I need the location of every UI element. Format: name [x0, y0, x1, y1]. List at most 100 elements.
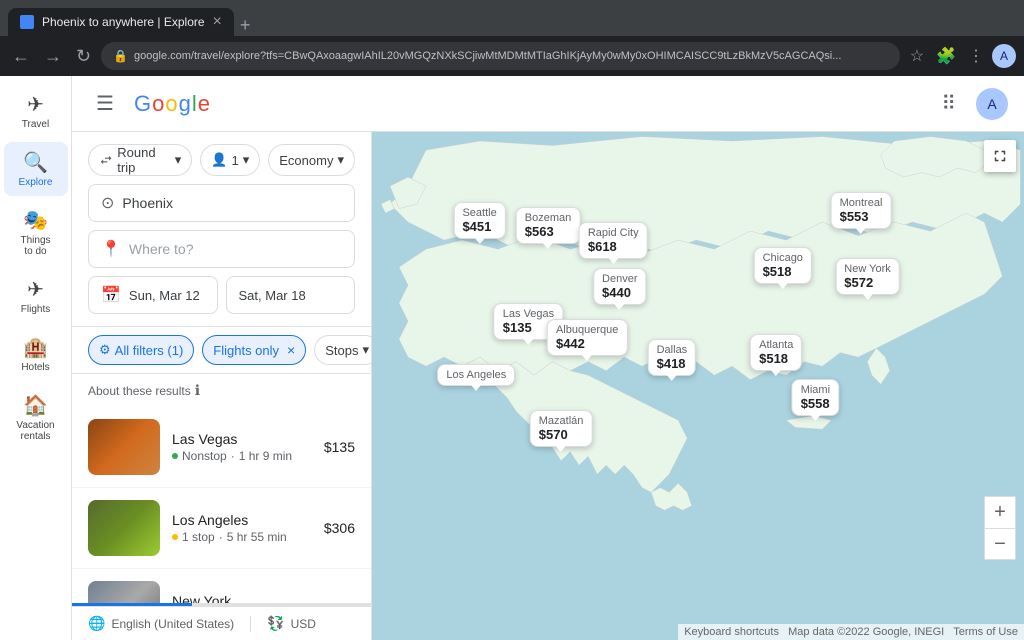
hamburger-menu[interactable]: ☰: [88, 83, 122, 124]
date-row: 📅 Sun, Mar 12 Sat, Mar 18: [88, 276, 355, 314]
reload-btn[interactable]: ↻: [72, 42, 95, 71]
map-pin-rapid-city[interactable]: Rapid City $618: [579, 222, 648, 259]
flight-details-las-vegas: Nonstop · 1 hr 9 min: [172, 449, 312, 463]
forward-btn[interactable]: →: [40, 42, 66, 71]
flight-price-las-vegas: $135: [324, 439, 355, 455]
tab-title: Phoenix to anywhere | Explore: [42, 15, 205, 29]
map-pin-los-angeles[interactable]: Los Angeles: [437, 364, 515, 386]
map-pin-mazatlan[interactable]: Mazatlán $570: [530, 410, 593, 447]
currency-selector[interactable]: 💱 USD: [267, 615, 316, 632]
currency-label: USD: [291, 617, 316, 631]
date-start-text: Sun, Mar 12: [129, 288, 200, 303]
map-pin-albuquerque[interactable]: Albuquerque $442: [547, 319, 627, 356]
travelers-chevron: ▾: [243, 152, 250, 168]
destination-text: Where to?: [129, 241, 194, 257]
sidebar-item-hotels[interactable]: 🏨 Hotels: [4, 327, 68, 381]
cabin-class-dropdown[interactable]: Economy ▾: [268, 144, 355, 176]
zoom-out-btn[interactable]: −: [984, 528, 1016, 560]
map-pin-denver[interactable]: Denver $440: [593, 268, 646, 305]
fullscreen-icon: [991, 147, 1009, 165]
pin-city-miami: Miami: [801, 384, 830, 396]
things-to-do-icon: 🎭: [23, 208, 48, 233]
trip-type-dropdown[interactable]: Round trip ▾: [88, 144, 192, 176]
roundtrip-icon: [99, 152, 113, 168]
travelers-dropdown[interactable]: 👤 1 ▾: [200, 144, 260, 176]
map-attribution: Keyboard shortcuts Map data ©2022 Google…: [678, 624, 1024, 640]
results-header: About these results ℹ: [72, 374, 371, 407]
map-fullscreen-btn[interactable]: [984, 140, 1016, 172]
flight-price-los-angeles: $306: [324, 520, 355, 536]
flight-card-las-vegas[interactable]: Las Vegas Nonstop · 1 hr 9 min $135: [72, 407, 371, 488]
google-apps-btn[interactable]: ⠿: [933, 83, 964, 124]
profile-avatar[interactable]: A: [992, 44, 1016, 68]
sidebar-item-travel[interactable]: ✈ Travel: [4, 84, 68, 138]
flight-details-los-angeles: 1 stop · 5 hr 55 min: [172, 530, 312, 544]
logo-e: e: [198, 91, 210, 117]
pin-price-mazatlan: $570: [539, 427, 584, 442]
address-bar[interactable]: 🔒 google.com/travel/explore?tfs=CBwQAxoa…: [101, 42, 900, 70]
hotels-icon: 🏨: [23, 335, 48, 360]
stops-btn[interactable]: Stops ▾: [314, 335, 371, 365]
pin-price-montreal: $553: [840, 209, 883, 224]
zoom-in-btn[interactable]: +: [984, 496, 1016, 528]
sidebar-item-flights[interactable]: ✈ Flights: [4, 269, 68, 323]
pin-city-bozeman: Bozeman: [525, 212, 571, 224]
google-header: ☰ Google ⠿ A: [72, 76, 1024, 132]
destination-field[interactable]: 📍 Where to?: [88, 230, 355, 268]
trip-type-chevron: ▾: [175, 152, 182, 168]
flights-only-label: Flights only: [213, 343, 279, 358]
app-container: ✈ Travel 🔍 Explore 🎭 Things to do ✈ Flig…: [0, 76, 1024, 640]
pin-price-new-york: $572: [844, 275, 890, 290]
map-pin-new-york[interactable]: New York $572: [835, 258, 899, 295]
flight-card-los-angeles[interactable]: Los Angeles 1 stop · 5 hr 55 min $306: [72, 488, 371, 569]
map-pin-chicago[interactable]: Chicago $518: [754, 247, 812, 284]
flights-only-btn[interactable]: Flights only ×: [202, 335, 306, 365]
sidebar-item-things-to-do[interactable]: 🎭 Things to do: [4, 200, 68, 265]
results-list: Las Vegas Nonstop · 1 hr 9 min $135: [72, 407, 371, 603]
flight-city-los-angeles: Los Angeles: [172, 512, 312, 528]
info-icon[interactable]: ℹ: [195, 382, 200, 399]
sidebar-item-vacation-rentals[interactable]: 🏠 Vacation rentals: [4, 385, 68, 450]
map-pin-bozeman[interactable]: Bozeman $563: [516, 207, 580, 244]
flights-only-close[interactable]: ×: [287, 342, 295, 358]
pin-price-miami: $558: [801, 396, 830, 411]
pin-city-seattle: Seattle: [462, 207, 496, 219]
currency-icon: 💱: [267, 615, 284, 632]
all-filters-btn[interactable]: ⚙ All filters (1): [88, 335, 194, 365]
footer-divider: [250, 616, 251, 632]
browser-tab-active[interactable]: Phoenix to anywhere | Explore ×: [8, 8, 234, 36]
stops-label: Stops: [325, 343, 358, 358]
origin-text: Phoenix: [122, 195, 173, 211]
user-avatar[interactable]: A: [976, 88, 1008, 120]
origin-field[interactable]: ⊙ Phoenix: [88, 184, 355, 222]
main-content: ☰ Google ⠿ A Round trip ▾: [72, 76, 1024, 640]
date-start-field[interactable]: 📅 Sun, Mar 12: [88, 276, 218, 314]
map-pin-montreal[interactable]: Montreal $553: [831, 192, 892, 229]
travelers-label: 1: [232, 153, 239, 168]
new-tab-btn[interactable]: +: [234, 15, 257, 36]
pin-city-dallas: Dallas: [657, 344, 688, 356]
tab-favicon: [20, 15, 34, 29]
flight-card-new-york[interactable]: New York 1 stop · 4 hr 37 min $572: [72, 569, 371, 603]
tab-close-btn[interactable]: ×: [213, 13, 222, 31]
date-end-field[interactable]: Sat, Mar 18: [226, 276, 356, 314]
extensions-icon[interactable]: 🧩: [932, 42, 960, 70]
language-selector[interactable]: 🌐 English (United States): [88, 615, 234, 632]
pin-price-dallas: $418: [657, 356, 688, 371]
flight-thumb-los-angeles: [88, 500, 160, 556]
map-pin-dallas[interactable]: Dallas $418: [648, 339, 697, 376]
map-pin-seattle[interactable]: Seattle $451: [453, 202, 505, 239]
search-controls: Round trip ▾ 👤 1 ▾ Economy ▾: [72, 132, 371, 327]
more-icon[interactable]: ⋮: [964, 42, 988, 70]
map-pin-atlanta[interactable]: Atlanta $518: [750, 334, 802, 371]
pin-city-las-vegas: Las Vegas: [503, 308, 554, 320]
globe-icon: 🌐: [88, 615, 105, 632]
search-row1: Round trip ▾ 👤 1 ▾ Economy ▾: [88, 144, 355, 176]
map-pin-miami[interactable]: Miami $558: [792, 379, 839, 416]
flight-thumb-new-york: [88, 581, 160, 603]
duration-las-vegas: 1 hr 9 min: [239, 449, 292, 463]
back-btn[interactable]: ←: [8, 42, 34, 71]
url-text: google.com/travel/explore?tfs=CBwQAxoaag…: [134, 50, 888, 62]
bookmark-icon[interactable]: ☆: [906, 42, 928, 70]
sidebar-item-explore[interactable]: 🔍 Explore: [4, 142, 68, 196]
